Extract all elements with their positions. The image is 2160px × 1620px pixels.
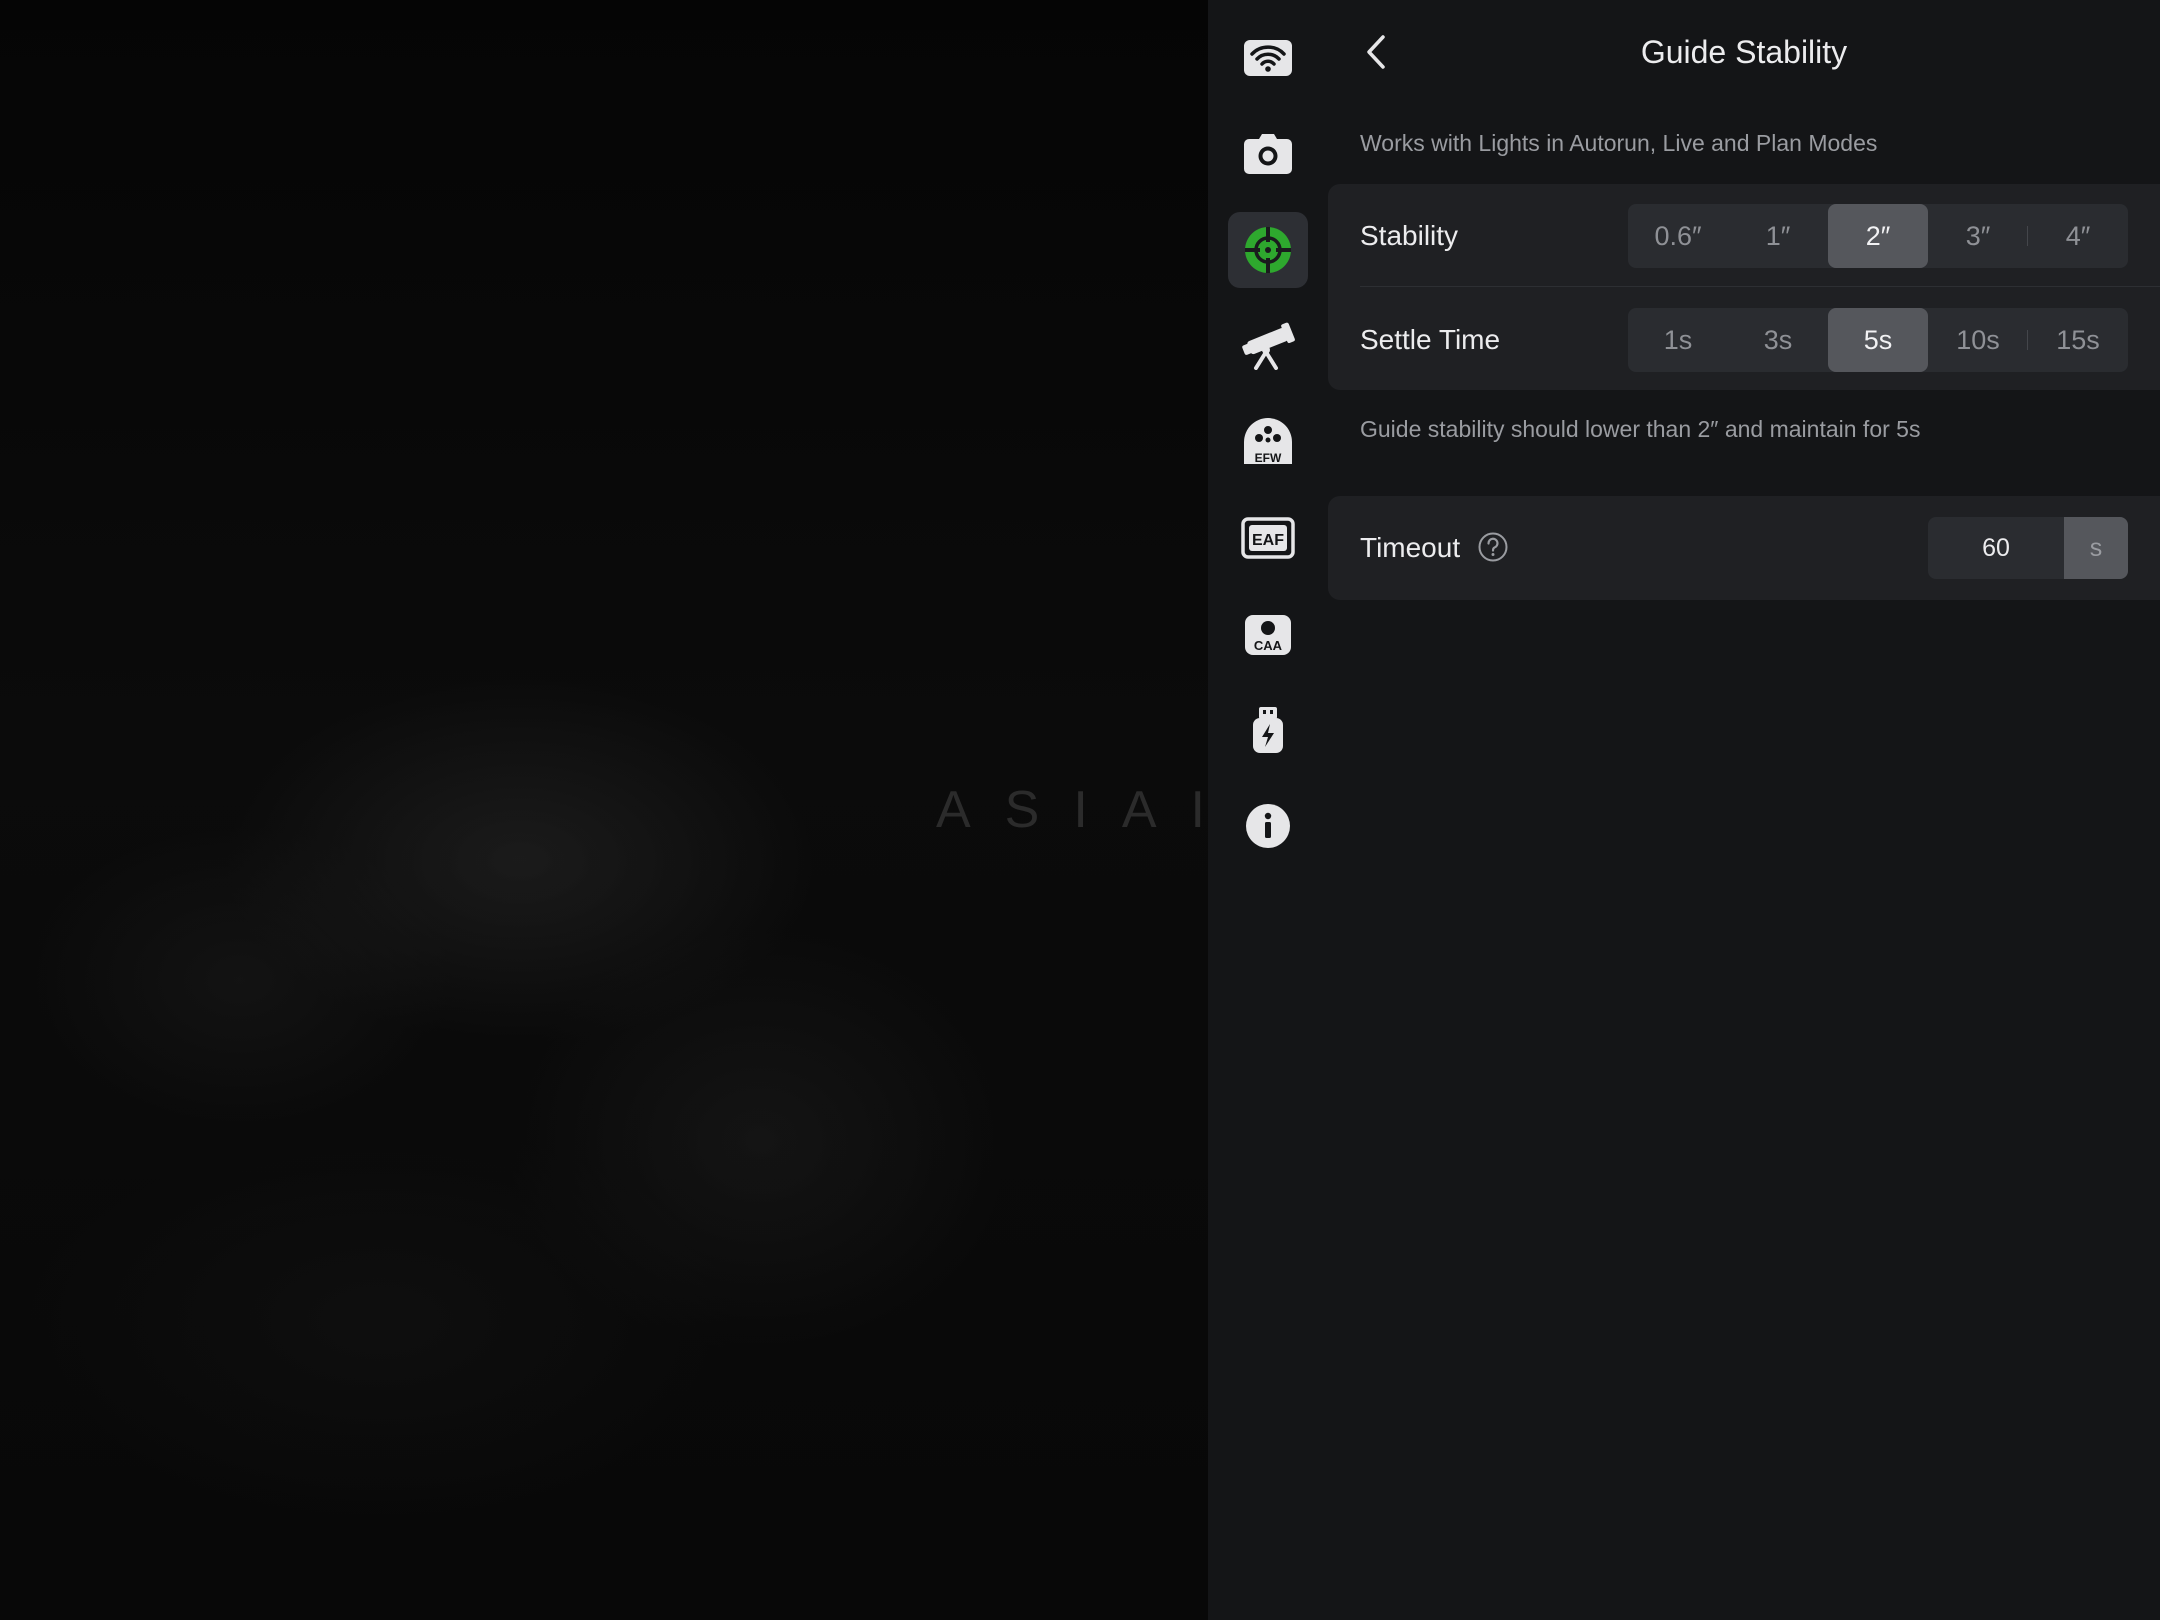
stability-option[interactable]: 3″: [1928, 204, 2028, 268]
page-title: Guide Stability: [1640, 34, 1848, 70]
svg-text:EAF: EAF: [1252, 532, 1284, 549]
timeout-field: s: [1928, 517, 2128, 579]
nav-item-caa[interactable]: CAA: [1228, 596, 1308, 672]
timeout-input[interactable]: [1928, 517, 2064, 579]
telescope-icon: [1242, 322, 1295, 370]
settle-time-option-selected[interactable]: 5s: [1828, 308, 1928, 372]
settle-time-option[interactable]: 10s: [1928, 308, 2028, 372]
stability-summary: Guide stability should lower than 2″ and…: [1360, 416, 1921, 442]
row-divider: [1360, 286, 2160, 287]
timeout-label: Timeout: [1360, 532, 1461, 563]
timeout-unit: s: [2064, 517, 2128, 579]
nav-item-wifi[interactable]: [1228, 20, 1308, 96]
chevron-left-icon: [1367, 35, 1385, 69]
settle-time-label: Settle Time: [1360, 324, 1501, 355]
settle-time-selector: 1s 3s 5s 10s 15s: [1628, 308, 2128, 372]
help-button[interactable]: [1478, 532, 1508, 562]
nav-item-telescope[interactable]: [1228, 308, 1308, 384]
settle-time-option[interactable]: 15s: [2028, 308, 2128, 372]
nav-item-camera[interactable]: [1228, 116, 1308, 192]
svg-text:CAA: CAA: [1254, 638, 1283, 653]
nav-item-eaf[interactable]: EAF: [1228, 500, 1308, 576]
info-icon: [1246, 804, 1290, 848]
svg-text:EFW: EFW: [1255, 451, 1282, 465]
stability-option[interactable]: 0.6″: [1628, 204, 1728, 268]
stability-option[interactable]: 4″: [2028, 204, 2128, 268]
stability-selector: 0.6″ 1″ 2″ 3″ 4″: [1628, 204, 2128, 268]
nav-item-efw[interactable]: EFW: [1228, 404, 1308, 480]
back-button[interactable]: [1360, 30, 1392, 74]
nav-item-info[interactable]: [1228, 788, 1308, 864]
camera-icon: [1244, 134, 1292, 174]
efw-filter-wheel-icon: EFW: [1244, 418, 1292, 465]
settle-time-option[interactable]: 1s: [1628, 308, 1728, 372]
settings-nav: EFW EAF CAA: [1228, 20, 1308, 884]
question-circle-icon: [1478, 532, 1508, 562]
mode-description: Works with Lights in Autorun, Live and P…: [1360, 130, 1878, 156]
wifi-icon: [1244, 40, 1292, 76]
guide-crosshair-icon: [1245, 227, 1291, 273]
settle-time-option[interactable]: 3s: [1728, 308, 1828, 372]
stability-option[interactable]: 1″: [1728, 204, 1828, 268]
nav-item-guide[interactable]: [1228, 212, 1308, 288]
nav-item-power[interactable]: [1228, 692, 1308, 768]
caa-rotator-icon: CAA: [1245, 615, 1291, 655]
stability-label: Stability: [1360, 220, 1459, 251]
usb-power-icon: [1253, 707, 1283, 753]
stability-option-selected[interactable]: 2″: [1828, 204, 1928, 268]
eaf-focuser-icon: EAF: [1241, 517, 1295, 559]
